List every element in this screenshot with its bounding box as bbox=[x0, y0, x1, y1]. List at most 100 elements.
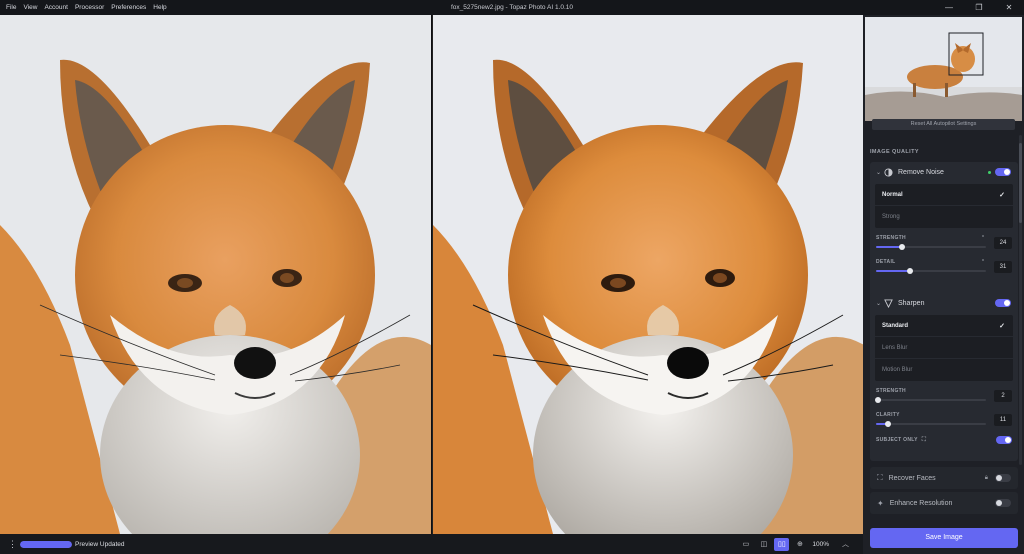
minimize-icon[interactable]: — bbox=[934, 0, 964, 15]
slider-track[interactable] bbox=[876, 268, 986, 274]
menu-help[interactable]: Help bbox=[153, 4, 166, 11]
section-title-image-quality: IMAGE QUALITY bbox=[870, 149, 919, 155]
close-icon[interactable]: ✕ bbox=[994, 0, 1024, 15]
slider-knob[interactable] bbox=[885, 421, 892, 427]
menu-file[interactable]: File bbox=[6, 4, 16, 11]
check-icon: ✓ bbox=[999, 322, 1005, 330]
clarity-value[interactable]: 11 bbox=[994, 414, 1012, 426]
sharpen-option-standard[interactable]: Standard ✓ bbox=[875, 315, 1013, 337]
restore-icon[interactable]: ❐ bbox=[964, 0, 994, 15]
remove-noise-card: ⌄ Remove Noise Normal ✓ Strong STRENGTH 2… bbox=[870, 162, 1018, 298]
reset-autopilot-button[interactable]: Reset All Autopilot Settings bbox=[872, 119, 1015, 130]
slider-track[interactable] bbox=[875, 397, 986, 403]
sharpen-option-lens-blur[interactable]: Lens Blur bbox=[875, 337, 1013, 359]
sharpen-icon bbox=[884, 298, 893, 308]
slider-knob[interactable] bbox=[875, 397, 882, 403]
fox-image-original bbox=[0, 15, 431, 534]
noise-icon bbox=[884, 167, 893, 177]
menu-preferences[interactable]: Preferences bbox=[111, 4, 146, 11]
fox-image-processed bbox=[432, 15, 863, 534]
slider-label: STRENGTH bbox=[876, 388, 906, 394]
remove-noise-toggle[interactable] bbox=[995, 168, 1011, 176]
option-label: Motion Blur bbox=[882, 367, 913, 373]
navigator-thumbnail[interactable] bbox=[865, 17, 1022, 121]
original-preview[interactable] bbox=[0, 15, 431, 534]
chevron-down-icon[interactable]: ⌄ bbox=[876, 300, 884, 307]
panel-scrollbar[interactable] bbox=[1019, 135, 1022, 465]
sharpen-label: Sharpen bbox=[898, 299, 925, 307]
sharpen-header[interactable]: ⌄ Sharpen bbox=[870, 293, 1018, 313]
slider-label: CLARITY bbox=[876, 412, 900, 418]
subject-only-toggle[interactable] bbox=[996, 436, 1012, 444]
split-view-icon[interactable]: ◫ bbox=[756, 538, 771, 551]
chevron-up-icon[interactable]: ︿ bbox=[838, 538, 853, 551]
enhance-resolution-toggle[interactable] bbox=[995, 499, 1011, 507]
sharpen-option-motion-blur[interactable]: Motion Blur bbox=[875, 359, 1013, 381]
slider-knob[interactable] bbox=[899, 244, 906, 250]
detail-value[interactable]: 31 bbox=[994, 261, 1012, 273]
progress-bar bbox=[20, 540, 72, 548]
subject-only-row: SUBJECT ONLY ⛶ bbox=[876, 433, 1012, 447]
noise-model-list: Normal ✓ Strong bbox=[875, 184, 1013, 228]
status-dot-icon bbox=[988, 170, 991, 174]
navigator-image bbox=[865, 17, 1022, 121]
sharpen-model-list: Standard ✓ Lens Blur Motion Blur bbox=[875, 315, 1013, 381]
kebab-menu-icon[interactable]: ⋮ bbox=[8, 539, 17, 549]
processed-preview[interactable] bbox=[432, 15, 863, 534]
option-label: Standard bbox=[882, 322, 909, 329]
slider-track[interactable] bbox=[876, 421, 986, 427]
sharpen-strength-value[interactable]: 2 bbox=[994, 390, 1012, 402]
single-view-icon[interactable]: ▭ bbox=[738, 538, 753, 551]
menu-processor[interactable]: Processor bbox=[75, 4, 104, 11]
recover-faces-label: Recover Faces bbox=[888, 474, 936, 482]
recover-faces-row[interactable]: ⛶ Recover Faces 🔒︎ bbox=[870, 467, 1018, 489]
sharpen-strength-slider[interactable]: STRENGTH 2 bbox=[875, 385, 1012, 409]
check-icon: ✓ bbox=[999, 191, 1005, 199]
recover-faces-toggle[interactable] bbox=[995, 474, 1011, 482]
status-text: Preview Updated bbox=[75, 540, 125, 548]
status-bar: ⋮ Preview Updated ▭ ◫ ▯▯ ⊕ 100% ︿ bbox=[0, 534, 863, 554]
slider-label: STRENGTH bbox=[876, 235, 906, 241]
remove-noise-header[interactable]: ⌄ Remove Noise bbox=[870, 162, 1018, 182]
sharpen-card: ⌄ Sharpen Standard ✓ Lens Blur Motion Blu… bbox=[870, 293, 1018, 461]
title-bar: File View Account Processor Preferences … bbox=[0, 0, 1024, 15]
side-by-side-icon[interactable]: ▯▯ bbox=[774, 537, 790, 551]
enhance-icon: ✦ bbox=[877, 498, 884, 508]
zoom-icon[interactable]: ⊕ bbox=[792, 538, 807, 551]
slider-knob[interactable] bbox=[907, 268, 914, 274]
subject-only-label: SUBJECT ONLY bbox=[876, 437, 918, 443]
sharpen-toggle[interactable] bbox=[995, 299, 1011, 307]
window-controls: — ❐ ✕ bbox=[934, 0, 1024, 15]
reset-dot-icon[interactable] bbox=[982, 259, 984, 261]
chevron-down-icon[interactable]: ⌄ bbox=[876, 169, 884, 176]
strength-value[interactable]: 24 bbox=[994, 237, 1012, 249]
subject-icon[interactable]: ⛶ bbox=[922, 437, 927, 444]
noise-option-strong[interactable]: Strong bbox=[875, 206, 1013, 228]
save-image-button[interactable]: Save Image bbox=[870, 528, 1018, 548]
noise-detail-slider[interactable]: DETAIL 31 bbox=[876, 256, 1012, 280]
menu-view[interactable]: View bbox=[23, 4, 37, 11]
slider-label: DETAIL bbox=[876, 259, 896, 265]
option-label: Strong bbox=[882, 214, 900, 220]
menu-account[interactable]: Account bbox=[44, 4, 68, 11]
option-label: Normal bbox=[882, 191, 903, 198]
reset-dot-icon[interactable] bbox=[982, 235, 984, 237]
progress-fill bbox=[20, 540, 72, 548]
slider-track[interactable] bbox=[876, 244, 986, 250]
slider-fill bbox=[876, 270, 911, 272]
clarity-slider[interactable]: CLARITY 11 bbox=[876, 409, 1012, 433]
view-controls: ▭ ◫ ▯▯ ⊕ 100% ︿ bbox=[738, 534, 853, 554]
face-scan-icon: ⛶ bbox=[877, 473, 883, 482]
zoom-level[interactable]: 100% bbox=[812, 541, 829, 548]
menu-bar: File View Account Processor Preferences … bbox=[0, 4, 167, 11]
noise-strength-slider[interactable]: STRENGTH 24 bbox=[876, 232, 1012, 256]
remove-noise-label: Remove Noise bbox=[898, 168, 944, 176]
lock-icon: 🔒︎ bbox=[984, 474, 988, 481]
enhance-resolution-label: Enhance Resolution bbox=[889, 499, 953, 507]
split-divider[interactable] bbox=[430, 15, 432, 534]
option-label: Lens Blur bbox=[882, 344, 908, 351]
enhance-resolution-row[interactable]: ✦ Enhance Resolution bbox=[870, 492, 1018, 514]
noise-option-normal[interactable]: Normal ✓ bbox=[875, 184, 1013, 206]
settings-panel: Reset All Autopilot Settings IMAGE QUALI… bbox=[863, 15, 1024, 554]
preview-area[interactable] bbox=[0, 15, 863, 534]
